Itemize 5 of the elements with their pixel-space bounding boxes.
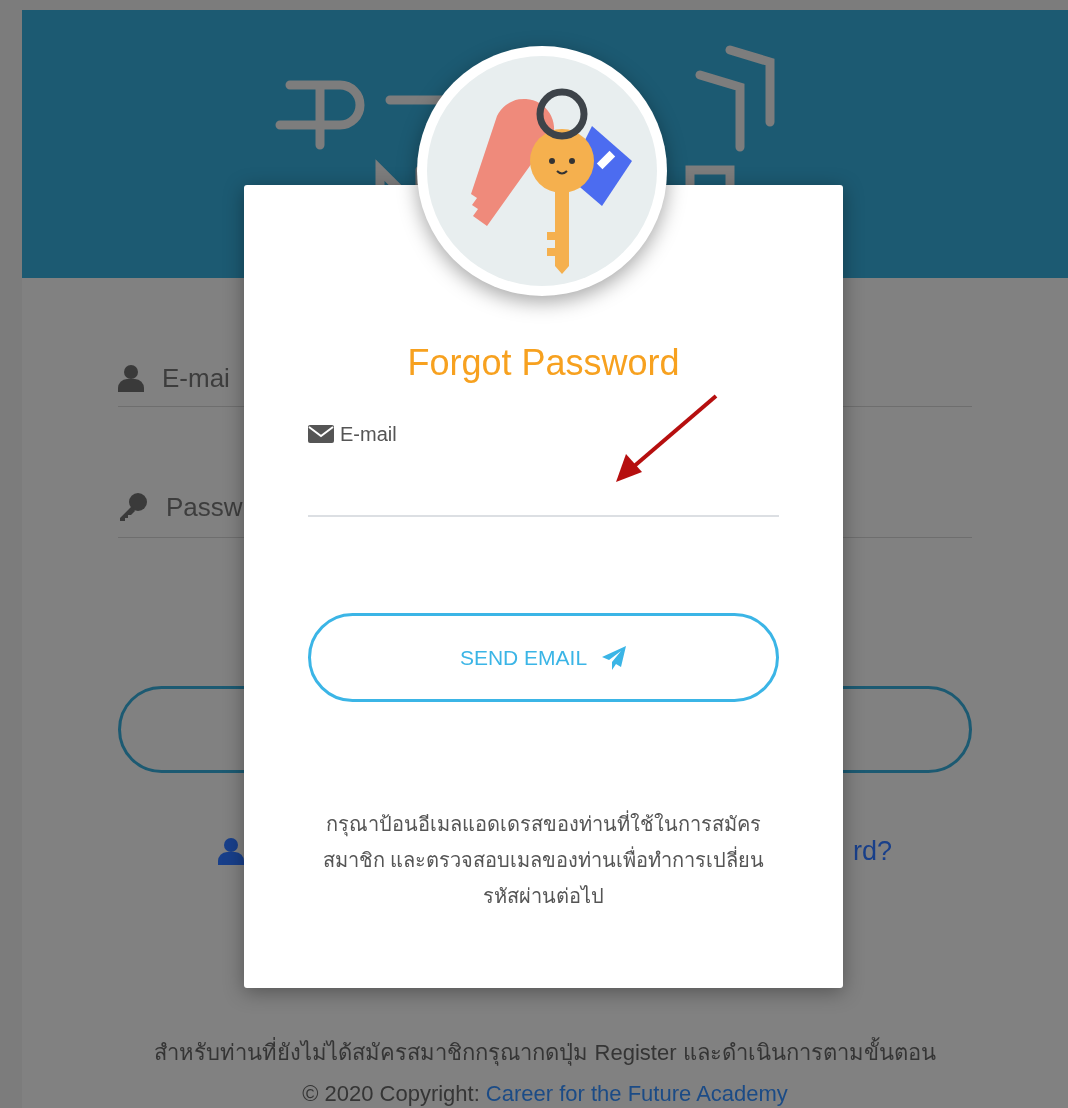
- dialog-title: Forgot Password: [407, 345, 680, 381]
- copyright-text: © 2020 Copyright:: [302, 1080, 480, 1108]
- email-label: E-mail: [340, 422, 397, 447]
- register-note: สำหรับท่านที่ยังไม่ได้สมัครสมาชิกกรุณากดปุ่ม Register และดำเนินการตามขั้นตอน: [154, 1036, 936, 1069]
- instructions-text: กรุณาป้อนอีเมลแอดเดรสของท่านที่ใช้ในการสมัครสมาชิก และตรวจสอบเมลของท่านเพื่อทำการเปลี่ยนรหัสผ่านต่อไป: [308, 806, 779, 914]
